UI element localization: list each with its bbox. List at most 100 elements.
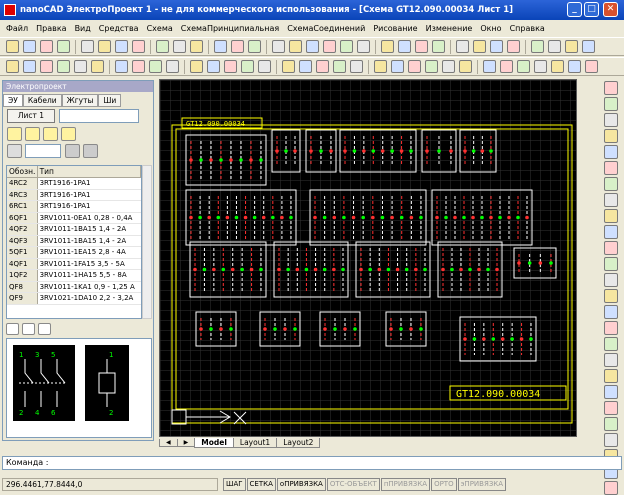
toolbar-tool-icon[interactable]	[425, 60, 438, 73]
toolbar-tool-icon[interactable]	[391, 60, 404, 73]
draw-tool-icon[interactable]	[604, 241, 618, 255]
toolbar-tool-icon[interactable]	[432, 40, 445, 53]
toolbar-tool-icon[interactable]	[568, 60, 581, 73]
toolbar-tool-icon[interactable]	[500, 60, 513, 73]
close-button[interactable]: ✕	[603, 2, 618, 17]
table-row[interactable]: 1QF2 3RV1011-1HA15 5,5 - 8A	[7, 270, 141, 282]
toolbar-tool-icon[interactable]	[350, 60, 363, 73]
toolbar-tool-icon[interactable]	[456, 40, 469, 53]
tab-layout1[interactable]: Layout1	[232, 438, 278, 448]
table-scrollbar[interactable]	[142, 165, 152, 319]
binoculars-icon[interactable]	[7, 143, 22, 158]
tab-layout2[interactable]: Layout2	[276, 438, 321, 448]
toolbar-tool-icon[interactable]	[289, 40, 302, 53]
status-toggle[interactable]: оПРИВЯЗКА	[276, 478, 326, 491]
sheet-combo[interactable]	[59, 109, 139, 123]
toolbar-tool-icon[interactable]	[23, 60, 36, 73]
toolbar-tool-icon[interactable]	[408, 60, 421, 73]
toolbar-tool-icon[interactable]	[565, 40, 578, 53]
draw-tool-icon[interactable]	[604, 113, 618, 127]
draw-tool-icon[interactable]	[604, 273, 618, 287]
draw-tool-icon[interactable]	[604, 289, 618, 303]
toolbar-tool-icon[interactable]	[258, 60, 271, 73]
menu-item-10[interactable]: Справка	[506, 24, 549, 33]
sheet-button[interactable]: Лист 1	[7, 109, 55, 123]
drawing-canvas[interactable]: GT12.090.00034 GT12.090.00034	[159, 79, 577, 437]
tab-eu[interactable]: ЭУ	[3, 94, 23, 107]
toolbar-tool-icon[interactable]	[340, 40, 353, 53]
draw-tool-icon[interactable]	[604, 369, 618, 383]
draw-tool-icon[interactable]	[604, 177, 618, 191]
status-toggle[interactable]: эПРИВЯЗКА	[457, 478, 507, 491]
table-row[interactable]: QF8 3RV1011-1KA1 0,9 - 1,25 A	[7, 281, 141, 293]
toolbar-tool-icon[interactable]	[415, 40, 428, 53]
maximize-button[interactable]: □	[584, 2, 599, 17]
tab-model[interactable]: Model	[194, 438, 234, 448]
status-toggle[interactable]: ШАГ	[223, 478, 246, 491]
menu-item-7[interactable]: Рисование	[369, 24, 421, 33]
view-list-icon[interactable]	[6, 323, 19, 335]
next-icon[interactable]	[83, 143, 98, 158]
toolbar-tool-icon[interactable]	[323, 40, 336, 53]
toolbar-tool-icon[interactable]	[132, 40, 145, 53]
draw-tool-icon[interactable]	[604, 129, 618, 143]
toolbar-tool-icon[interactable]	[23, 40, 36, 53]
menu-item-0[interactable]: Файл	[2, 24, 32, 33]
menu-item-1[interactable]: Правка	[32, 24, 70, 33]
draw-tool-icon[interactable]	[604, 401, 618, 415]
toolbar-tool-icon[interactable]	[316, 60, 329, 73]
table-row[interactable]: 5QF1 3RV1011-1EA15 2,8 - 4A	[7, 247, 141, 259]
toolbar-tool-icon[interactable]	[173, 40, 186, 53]
draw-tool-icon[interactable]	[604, 433, 618, 447]
status-toggle[interactable]: пПРИВЯЗКА	[380, 478, 431, 491]
tab-bus[interactable]: Ши	[98, 94, 122, 107]
toolbar-tool-icon[interactable]	[57, 60, 70, 73]
toolbar-tool-icon[interactable]	[241, 60, 254, 73]
toolbar-tool-icon[interactable]	[166, 60, 179, 73]
tool-a-icon[interactable]	[7, 126, 22, 141]
draw-tool-icon[interactable]	[604, 417, 618, 431]
draw-tool-icon[interactable]	[604, 225, 618, 239]
draw-tool-icon[interactable]	[604, 97, 618, 111]
table-row[interactable]: QF9 3RV1021-1DA10 2,2 - 3,2A	[7, 293, 141, 305]
tool-b-icon[interactable]	[25, 126, 40, 141]
toolbar-tool-icon[interactable]	[231, 40, 244, 53]
toolbar-tool-icon[interactable]	[442, 60, 455, 73]
menu-item-4[interactable]: Схема	[143, 24, 177, 33]
toolbar-tool-icon[interactable]	[381, 40, 394, 53]
nav-next-icon[interactable]: ▶	[176, 439, 196, 447]
toolbar-tool-icon[interactable]	[74, 60, 87, 73]
toolbar-tool-icon[interactable]	[6, 60, 19, 73]
toolbar-tool-icon[interactable]	[272, 40, 285, 53]
toolbar-tool-icon[interactable]	[57, 40, 70, 53]
draw-tool-icon[interactable]	[604, 161, 618, 175]
toolbar-tool-icon[interactable]	[149, 60, 162, 73]
col-designation[interactable]: Обозн.	[7, 166, 38, 177]
draw-tool-icon[interactable]	[604, 385, 618, 399]
toolbar-tool-icon[interactable]	[98, 40, 111, 53]
canvas-scrollbar[interactable]	[577, 79, 583, 437]
command-line[interactable]: Команда :	[2, 456, 622, 470]
status-toggle[interactable]: ОРТО	[431, 478, 457, 491]
toolbar-tool-icon[interactable]	[156, 40, 169, 53]
toolbar-tool-icon[interactable]	[214, 40, 227, 53]
status-toggle[interactable]: СЕТКА	[246, 478, 276, 491]
draw-tool-icon[interactable]	[604, 193, 618, 207]
draw-tool-icon[interactable]	[604, 305, 618, 319]
toolbar-tool-icon[interactable]	[282, 60, 295, 73]
table-row[interactable]: 4QF1 3RV1011-1FA15 3,5 - 5A	[7, 258, 141, 270]
toolbar-tool-icon[interactable]	[132, 60, 145, 73]
toolbar-tool-icon[interactable]	[306, 40, 319, 53]
toolbar-tool-icon[interactable]	[398, 40, 411, 53]
toolbar-tool-icon[interactable]	[582, 40, 595, 53]
toolbar-tool-icon[interactable]	[473, 40, 486, 53]
toolbar-tool-icon[interactable]	[40, 40, 53, 53]
toolbar-tool-icon[interactable]	[40, 60, 53, 73]
draw-tool-icon[interactable]	[604, 337, 618, 351]
menu-item-9[interactable]: Окно	[476, 24, 505, 33]
toolbar-tool-icon[interactable]	[333, 60, 346, 73]
toolbar-tool-icon[interactable]	[534, 60, 547, 73]
menu-item-2[interactable]: Вид	[71, 24, 95, 33]
table-row[interactable]: 4QF3 3RV1011-1BA15 1,4 - 2A	[7, 235, 141, 247]
draw-tool-icon[interactable]	[604, 81, 618, 95]
